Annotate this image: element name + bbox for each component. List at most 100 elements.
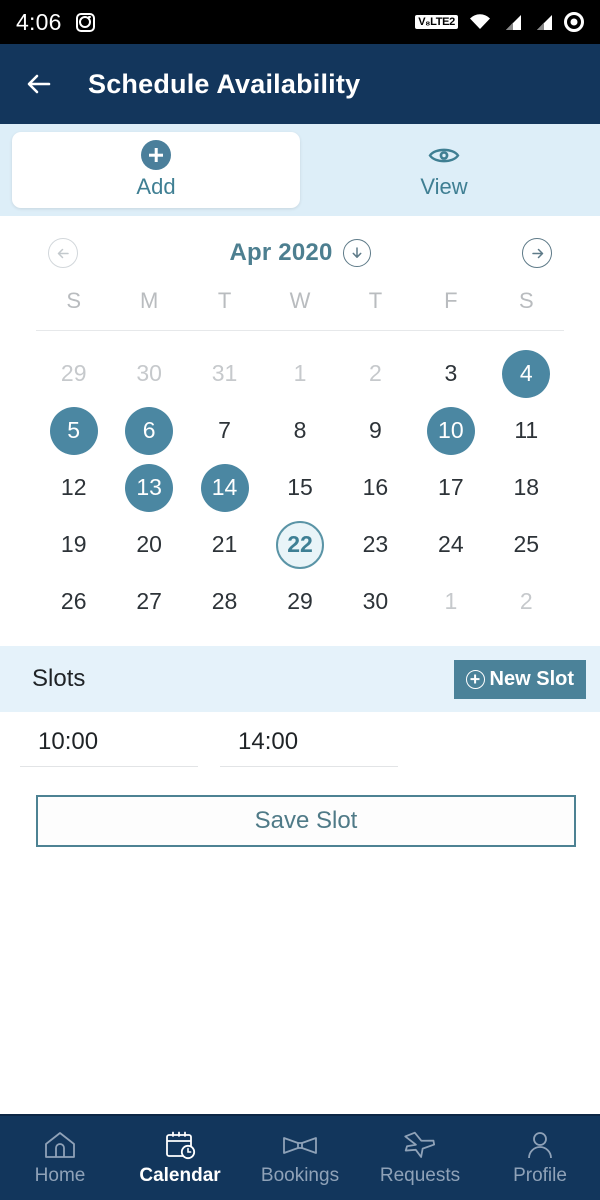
- calendar-day[interactable]: 3: [413, 345, 488, 402]
- calendar-day[interactable]: 10: [413, 402, 488, 459]
- calendar-day-number: 14: [200, 463, 249, 512]
- calendar: Apr 2020 SMTWTFS 29 30 31 1 2 3 4 5 6 7 8 9 10 11 12 13…: [0, 216, 600, 646]
- calendar-day[interactable]: 12: [36, 459, 111, 516]
- calendar-day[interactable]: 7: [187, 402, 262, 459]
- calendar-day[interactable]: 25: [489, 516, 564, 573]
- calendar-day-number: 29: [60, 360, 87, 386]
- arrow-left-circle-icon[interactable]: [48, 238, 78, 268]
- calendar-day[interactable]: 1: [262, 345, 337, 402]
- calendar-day[interactable]: 5: [36, 402, 111, 459]
- calendar-day-number: 30: [136, 360, 162, 386]
- calendar-day[interactable]: 17: [413, 459, 488, 516]
- tab-view[interactable]: View: [300, 132, 588, 208]
- calendar-day[interactable]: 30: [338, 573, 413, 630]
- calendar-day-number: 26: [60, 588, 87, 614]
- calendar-day-number: 3: [444, 360, 458, 386]
- calendar-day[interactable]: 22: [262, 516, 337, 573]
- calendar-day-number: 22: [275, 520, 324, 569]
- weekday-label: S: [66, 288, 82, 313]
- calendar-day[interactable]: 29: [262, 573, 337, 630]
- calendar-day[interactable]: 13: [111, 459, 186, 516]
- calendar-day[interactable]: 30: [111, 345, 186, 402]
- tab-add[interactable]: Add: [12, 132, 300, 208]
- calendar-day[interactable]: 4: [489, 345, 564, 402]
- calendar-day[interactable]: 29: [36, 345, 111, 402]
- calendar-day-number: 2: [369, 360, 382, 386]
- calendar-day-number: 27: [136, 588, 162, 614]
- calendar-day[interactable]: 2: [338, 345, 413, 402]
- start-time-input[interactable]: 10:00: [20, 728, 198, 767]
- nav-item-bookings[interactable]: Bookings: [240, 1129, 360, 1187]
- calendar-day-number: 1: [293, 360, 307, 386]
- weekday-label: W: [289, 288, 311, 313]
- calendar-day[interactable]: 27: [111, 573, 186, 630]
- nav-item-calendar[interactable]: Calendar: [120, 1129, 240, 1187]
- page-title: Schedule Availability: [88, 68, 361, 99]
- arrow-down-circle-icon[interactable]: [342, 239, 371, 267]
- mode-tab-strip: Add View: [0, 124, 600, 216]
- calendar-day[interactable]: 16: [338, 459, 413, 516]
- bowtie-icon: [281, 1129, 319, 1161]
- record-icon: [564, 12, 584, 32]
- status-system-icons: V₈LTE2: [415, 12, 584, 32]
- nav-label-home: Home: [34, 1165, 86, 1186]
- weekday-label: M: [139, 288, 159, 313]
- weekday-label: F: [444, 288, 458, 313]
- calendar-day[interactable]: 19: [36, 516, 111, 573]
- nav-item-requests[interactable]: Requests: [360, 1129, 480, 1187]
- calendar-day-number: 31: [211, 360, 238, 386]
- person-icon: [525, 1129, 555, 1161]
- calendar-header: Apr 2020: [0, 216, 600, 282]
- calendar-day-number: 20: [136, 531, 162, 557]
- nav-item-home[interactable]: Home: [0, 1129, 120, 1187]
- calendar-day-number: 2: [519, 588, 533, 614]
- calendar-day[interactable]: 18: [489, 459, 564, 516]
- calendar-day[interactable]: 8: [262, 402, 337, 459]
- volte-badge: V₈LTE2: [415, 15, 458, 29]
- calendar-day[interactable]: 24: [413, 516, 488, 573]
- calendar-day[interactable]: 21: [187, 516, 262, 573]
- arrow-right-circle-icon[interactable]: [522, 238, 552, 268]
- calendar-day[interactable]: 28: [187, 573, 262, 630]
- weekday-label: T: [217, 288, 232, 313]
- calendar-day-number: 8: [293, 417, 307, 443]
- nav-item-profile[interactable]: Profile: [480, 1129, 600, 1187]
- calendar-day[interactable]: 31: [187, 345, 262, 402]
- calendar-day[interactable]: 23: [338, 516, 413, 573]
- bottom-navigation: Home Calendar Bookings Requests Profile: [0, 1114, 600, 1200]
- calendar-day[interactable]: 2: [489, 573, 564, 630]
- calendar-day[interactable]: 11: [489, 402, 564, 459]
- calendar-day[interactable]: 26: [36, 573, 111, 630]
- end-time-input[interactable]: 14:00: [220, 728, 398, 767]
- calendar-day-number: 4: [502, 349, 551, 398]
- calendar-day[interactable]: 6: [111, 402, 186, 459]
- tab-add-label: Add: [136, 174, 176, 199]
- tab-view-label: View: [420, 174, 468, 199]
- calendar-day[interactable]: 15: [262, 459, 337, 516]
- signal-icon: [533, 14, 553, 31]
- nav-label-profile: Profile: [513, 1165, 567, 1186]
- weekday-header-row: SMTWTFS: [0, 282, 600, 330]
- home-icon: [43, 1129, 77, 1161]
- content-spacer: [0, 847, 600, 1114]
- nav-label-bookings: Bookings: [260, 1165, 340, 1186]
- calendar-day[interactable]: 1: [413, 573, 488, 630]
- month-selector[interactable]: Apr 2020: [230, 239, 371, 267]
- weekday-label: S: [518, 288, 534, 313]
- eye-icon: [428, 140, 460, 170]
- app-root: 4:06 V₈LTE2 Schedule Availability Add Vi…: [0, 0, 600, 1200]
- back-arrow-icon[interactable]: [22, 67, 56, 101]
- calendar-day-number: 10: [426, 406, 475, 455]
- new-slot-button[interactable]: New Slot: [453, 659, 586, 699]
- calendar-day[interactable]: 20: [111, 516, 186, 573]
- signal-icon: [502, 14, 522, 31]
- calendar-day-number: 7: [218, 417, 231, 443]
- calendar-day-number: 18: [513, 474, 540, 500]
- calendar-day[interactable]: 14: [187, 459, 262, 516]
- calendar-day-number: 6: [125, 406, 174, 455]
- calendar-day-number: 12: [60, 474, 87, 500]
- status-bar: 4:06 V₈LTE2: [0, 0, 600, 44]
- save-slot-button[interactable]: Save Slot: [36, 795, 576, 847]
- calendar-day[interactable]: 9: [338, 402, 413, 459]
- calendar-day-grid: 29 30 31 1 2 3 4 5 6 7 8 9 10 11 12 13 14 15 16 17 18 19 20 21 2…: [0, 331, 600, 640]
